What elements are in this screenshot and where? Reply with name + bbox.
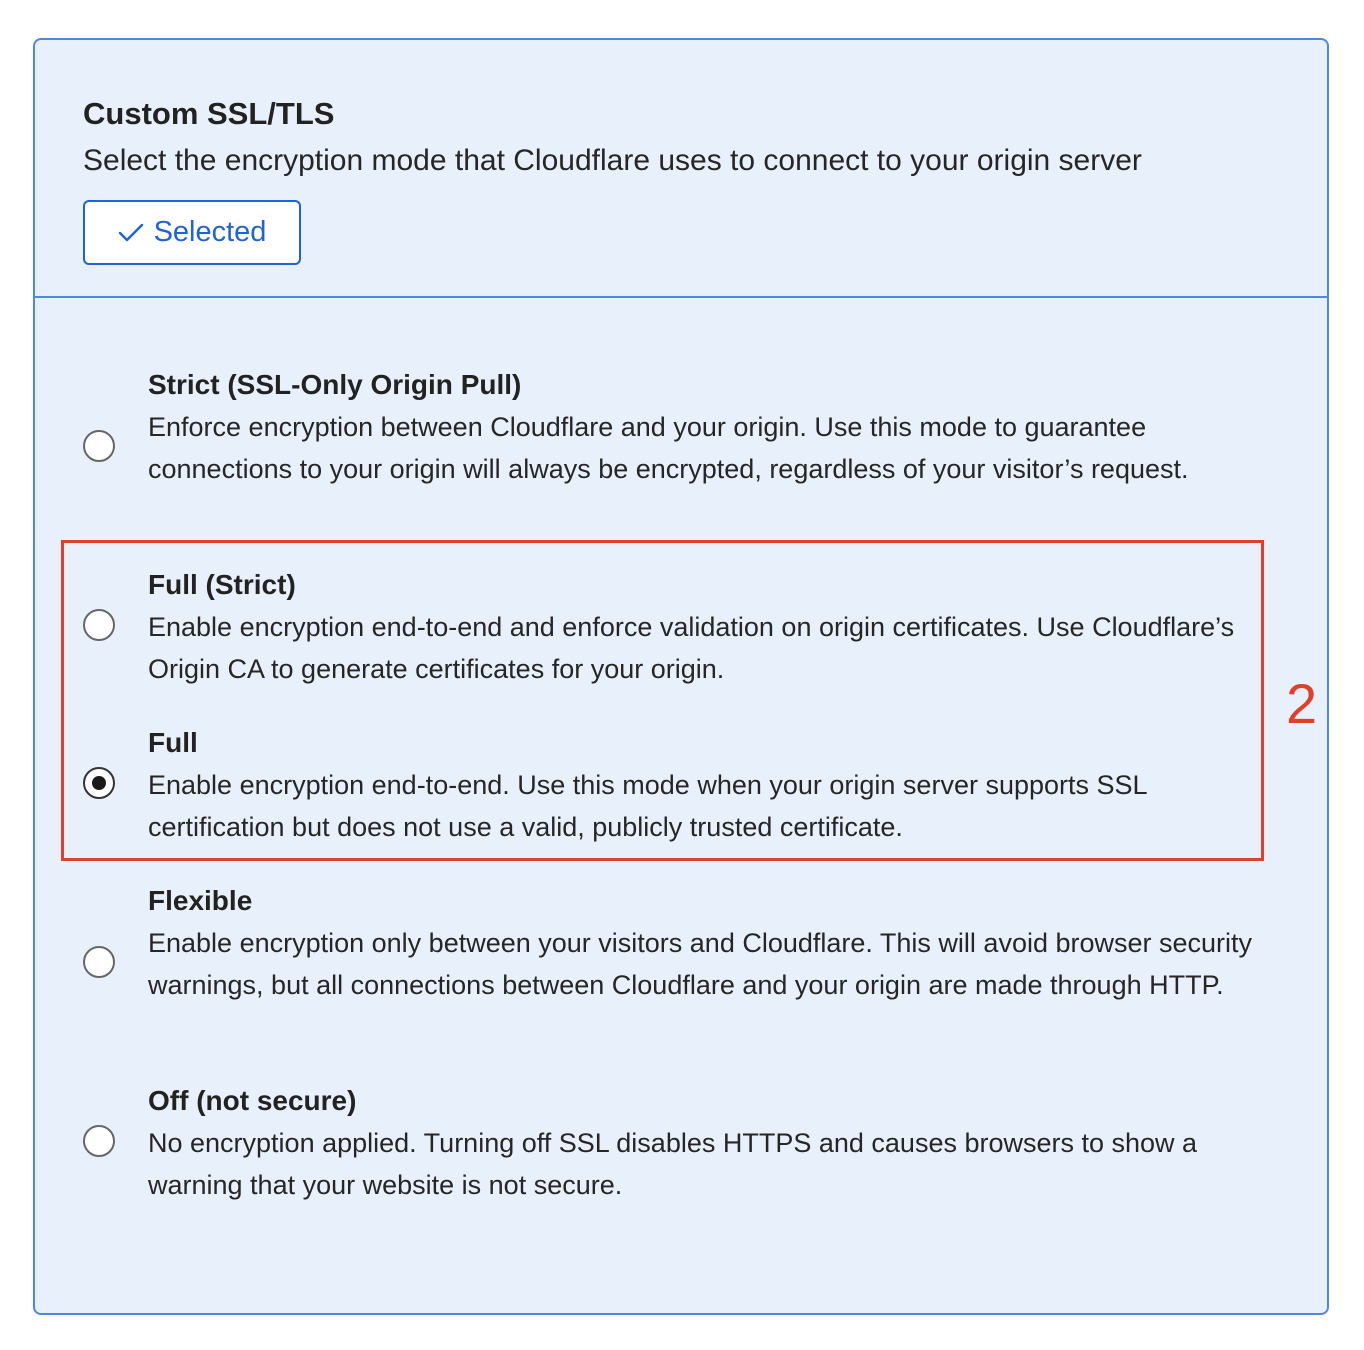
check-icon [118, 223, 144, 243]
option-strict-text: Strict (SSL-Only Origin Pull) Enforce en… [148, 364, 1268, 490]
radio-flexible[interactable] [83, 946, 115, 978]
option-description: Enforce encryption between Cloudflare an… [148, 412, 1189, 484]
annotation-highlight-box [61, 540, 1264, 861]
option-title: Strict (SSL-Only Origin Pull) [148, 369, 522, 400]
option-flexible-text: Flexible Enable encryption only between … [148, 880, 1268, 1006]
radio-off[interactable] [83, 1125, 115, 1157]
radio-strict[interactable] [83, 430, 115, 462]
option-off-text: Off (not secure) No encryption applied. … [148, 1080, 1268, 1206]
card-header: Custom SSL/TLS Select the encryption mod… [35, 40, 1327, 298]
option-title: Off (not secure) [148, 1085, 357, 1116]
card-title: Custom SSL/TLS [83, 96, 335, 131]
option-description: Enable encryption only between your visi… [148, 928, 1253, 1000]
card-subtitle: Select the encryption mode that Cloudfla… [83, 144, 1142, 177]
selected-button[interactable]: Selected [83, 200, 301, 265]
annotation-number: 2 [1286, 672, 1318, 735]
option-title: Flexible [148, 885, 253, 916]
option-description: No encryption applied. Turning off SSL d… [148, 1128, 1198, 1200]
selected-button-label: Selected [153, 216, 267, 248]
